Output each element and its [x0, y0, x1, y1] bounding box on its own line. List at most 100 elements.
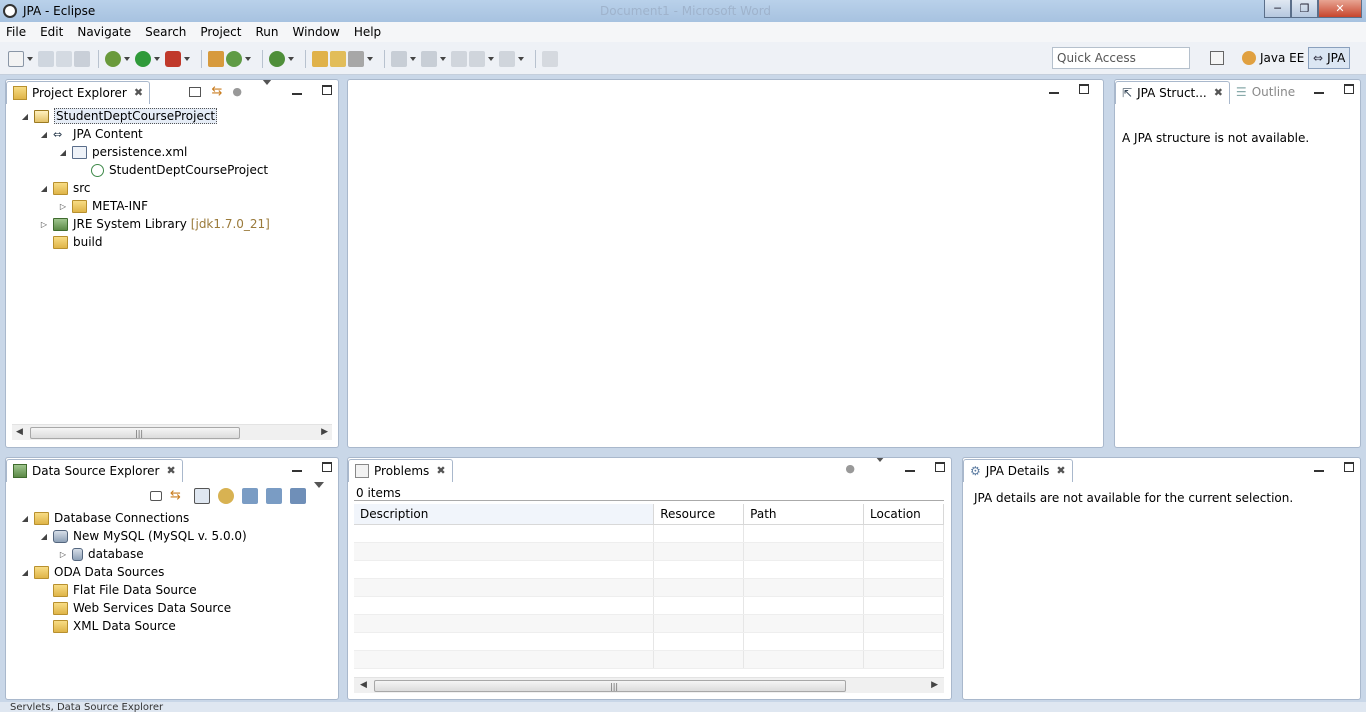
last-edit-icon[interactable] [451, 51, 467, 67]
open-resource-icon[interactable] [330, 51, 346, 67]
maximize-view-button[interactable] [925, 462, 945, 475]
perspective-java-ee[interactable]: Java EE [1242, 47, 1304, 69]
previous-annotation-icon[interactable] [421, 51, 437, 67]
collapsed-icon[interactable]: ▷ [58, 550, 68, 559]
minimize-view-button[interactable] [282, 85, 302, 98]
new-class-icon[interactable] [226, 51, 242, 67]
tree-item-persistence-xml[interactable]: ◢ persistence.xml [58, 143, 187, 161]
filter-icon[interactable]: ● [232, 85, 242, 98]
maximize-editor-button[interactable] [1069, 84, 1089, 97]
column-resource[interactable]: Resource [653, 504, 745, 525]
tab-jpa-structure[interactable]: ⇱ JPA Struct... ✖ [1115, 80, 1230, 104]
menu-edit[interactable]: Edit [33, 25, 70, 39]
run-icon[interactable] [135, 51, 151, 67]
minimize-view-button[interactable] [1304, 84, 1324, 97]
expanded-icon[interactable]: ◢ [58, 148, 68, 157]
import-icon[interactable] [242, 488, 258, 504]
expanded-icon[interactable]: ◢ [20, 568, 30, 577]
tree-item-build[interactable]: build [53, 233, 103, 251]
menu-file[interactable]: File [0, 25, 33, 39]
close-icon[interactable]: ✖ [134, 86, 143, 99]
tree-item-persistence-unit[interactable]: StudentDeptCourseProject [91, 161, 268, 179]
save-all-icon[interactable] [56, 51, 72, 67]
expanded-icon[interactable]: ◢ [39, 130, 49, 139]
next-annotation-icon[interactable] [391, 51, 407, 67]
link-editor-icon[interactable]: ⇆ [211, 84, 222, 99]
minimize-view-button[interactable] [282, 462, 302, 475]
pin-editor-icon[interactable] [542, 51, 558, 67]
collapse-all-icon[interactable] [150, 491, 162, 501]
close-icon[interactable]: ✖ [1214, 86, 1223, 99]
new-connection-icon[interactable] [290, 488, 306, 504]
close-button[interactable]: ✕ [1318, 0, 1362, 18]
print-icon[interactable] [74, 51, 90, 67]
tree-item-web-services[interactable]: Web Services Data Source [53, 599, 231, 617]
tree-item-flat-file[interactable]: Flat File Data Source [53, 581, 197, 599]
tab-problems[interactable]: Problems ✖ [348, 458, 453, 482]
horizontal-scrollbar[interactable]: ◀ ||| ▶ [354, 677, 944, 693]
restore-button[interactable]: ❐ [1291, 0, 1318, 18]
minimize-button[interactable]: ─ [1264, 0, 1291, 18]
new-package-icon[interactable] [208, 51, 224, 67]
collapse-all-icon[interactable] [189, 86, 202, 97]
external-tools-icon[interactable] [165, 51, 181, 67]
menu-run[interactable]: Run [248, 25, 285, 39]
tree-item-src[interactable]: ◢ src [39, 179, 91, 197]
close-icon[interactable]: ✖ [166, 464, 175, 477]
collapsed-icon[interactable]: ▷ [58, 202, 68, 211]
scroll-right-icon[interactable]: ▶ [931, 680, 938, 690]
menu-window[interactable]: Window [285, 25, 346, 39]
close-icon[interactable]: ✖ [1056, 464, 1065, 477]
tree-item-xml-data-source[interactable]: XML Data Source [53, 617, 176, 635]
filter-icon[interactable]: ● [845, 462, 855, 475]
maximize-view-button[interactable] [312, 462, 332, 475]
view-menu-icon[interactable] [865, 458, 885, 475]
new-server-icon[interactable] [269, 51, 285, 67]
tree-item-meta-inf[interactable]: ▷ META-INF [58, 197, 148, 215]
save-icon[interactable] [38, 51, 54, 67]
back-icon[interactable] [469, 51, 485, 67]
tab-data-source-explorer[interactable]: Data Source Explorer ✖ [6, 458, 183, 482]
menu-project[interactable]: Project [193, 25, 248, 39]
tree-item-oda-data-sources[interactable]: ◢ ODA Data Sources [20, 563, 165, 581]
minimize-view-button[interactable] [895, 462, 915, 475]
tree-item-database-connections[interactable]: ◢ Database Connections [20, 509, 189, 527]
menu-navigate[interactable]: Navigate [70, 25, 138, 39]
toggle-view-icon[interactable] [194, 488, 210, 504]
collapsed-icon[interactable]: ▷ [39, 220, 49, 229]
column-description[interactable]: Description [354, 504, 655, 525]
view-menu-icon[interactable] [314, 482, 330, 504]
scroll-right-icon[interactable]: ▶ [321, 427, 328, 437]
maximize-view-button[interactable] [312, 85, 332, 98]
search-tool-icon[interactable] [348, 51, 364, 67]
tree-item-jpa-content[interactable]: ◢ ⇔ JPA Content [39, 125, 143, 143]
scrollbar-thumb[interactable]: ||| [30, 427, 240, 439]
horizontal-scrollbar[interactable]: ◀ ||| ▶ [12, 424, 332, 440]
forward-icon[interactable] [499, 51, 515, 67]
maximize-view-button[interactable] [1334, 462, 1354, 475]
open-type-icon[interactable] [312, 51, 328, 67]
expanded-icon[interactable]: ◢ [20, 112, 30, 121]
close-icon[interactable]: ✖ [436, 464, 445, 477]
tab-jpa-details[interactable]: ⚙ JPA Details ✖ [963, 458, 1073, 482]
tab-outline[interactable]: ☰ Outline [1230, 81, 1301, 104]
expanded-icon[interactable]: ◢ [20, 514, 30, 523]
tree-item-mysql-connection[interactable]: ◢ New MySQL (MySQL v. 5.0.0) [39, 527, 247, 545]
perspective-jpa[interactable]: ⇔ JPA [1308, 47, 1351, 69]
tab-project-explorer[interactable]: Project Explorer ✖ [6, 80, 151, 104]
column-path[interactable]: Path [743, 504, 865, 525]
menu-search[interactable]: Search [138, 25, 193, 39]
tree-item-jre[interactable]: ▷ JRE System Library [jdk1.7.0_21] [39, 215, 270, 233]
open-perspective-icon[interactable] [1210, 51, 1224, 65]
quick-access-input[interactable]: Quick Access [1052, 47, 1190, 69]
minimize-view-button[interactable] [1304, 462, 1324, 475]
maximize-view-button[interactable] [1334, 84, 1354, 97]
scroll-left-icon[interactable]: ◀ [16, 427, 23, 437]
debug-icon[interactable] [105, 51, 121, 67]
new-icon[interactable] [8, 51, 24, 67]
menu-help[interactable]: Help [347, 25, 388, 39]
tree-item-database[interactable]: ▷ database [58, 545, 144, 563]
tree-item-project[interactable]: ◢ StudentDeptCourseProject [20, 107, 218, 125]
export-icon[interactable] [266, 488, 282, 504]
link-with-editor-icon[interactable]: ⇆ [170, 488, 186, 504]
